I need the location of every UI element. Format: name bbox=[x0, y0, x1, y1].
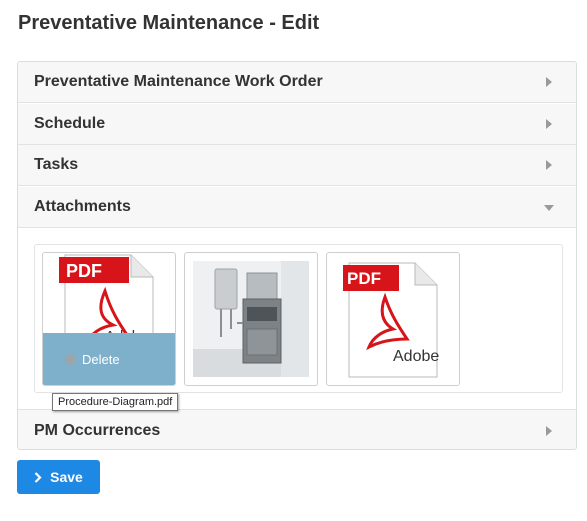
section-label: Preventative Maintenance Work Order bbox=[34, 73, 323, 90]
chevron-right-icon bbox=[546, 119, 552, 129]
section-label: Schedule bbox=[34, 115, 106, 132]
attachment-thumbnail[interactable]: PDF Adobe Delete bbox=[42, 252, 176, 386]
save-button[interactable]: Save bbox=[17, 460, 100, 494]
section-header-attachments[interactable]: Attachments bbox=[18, 187, 576, 228]
attachment-thumbnail[interactable]: PDF Adobe bbox=[326, 252, 460, 386]
section-header-schedule[interactable]: Schedule bbox=[18, 104, 576, 145]
adobe-pdf-icon: PDF Adobe bbox=[343, 262, 439, 378]
water-heater-photo bbox=[193, 261, 309, 377]
chevron-right-icon bbox=[546, 160, 552, 170]
pdf-badge-text: PDF bbox=[347, 269, 381, 288]
delete-overlay[interactable]: Delete bbox=[43, 333, 175, 385]
section-header-pm-occurrences[interactable]: PM Occurrences bbox=[18, 410, 576, 449]
adobe-text: Adobe bbox=[393, 348, 439, 365]
delete-label: Delete bbox=[82, 351, 120, 367]
page-title: Preventative Maintenance - Edit bbox=[18, 12, 320, 34]
attachments-body: PDF Adobe Delete bbox=[18, 228, 576, 410]
chevron-down-icon bbox=[544, 205, 554, 211]
section-header-work-order[interactable]: Preventative Maintenance Work Order bbox=[18, 62, 576, 103]
section-label: PM Occurrences bbox=[34, 421, 161, 439]
edit-accordion: Preventative Maintenance Work Order Sche… bbox=[17, 61, 577, 450]
filename-tooltip: Procedure-Diagram.pdf bbox=[52, 393, 179, 411]
pdf-badge-text: PDF bbox=[66, 261, 102, 281]
chevron-right-icon bbox=[546, 425, 552, 436]
save-label: Save bbox=[50, 469, 83, 485]
section-label: Tasks bbox=[34, 156, 79, 173]
section-header-tasks[interactable]: Tasks bbox=[18, 145, 576, 186]
section-label: Attachments bbox=[34, 198, 131, 215]
attachments-panel: PDF Adobe Delete bbox=[34, 244, 563, 393]
attachment-thumbnail[interactable] bbox=[184, 252, 318, 386]
chevron-right-icon bbox=[546, 77, 552, 87]
delete-icon bbox=[65, 353, 76, 365]
chevron-right-icon bbox=[34, 471, 42, 483]
